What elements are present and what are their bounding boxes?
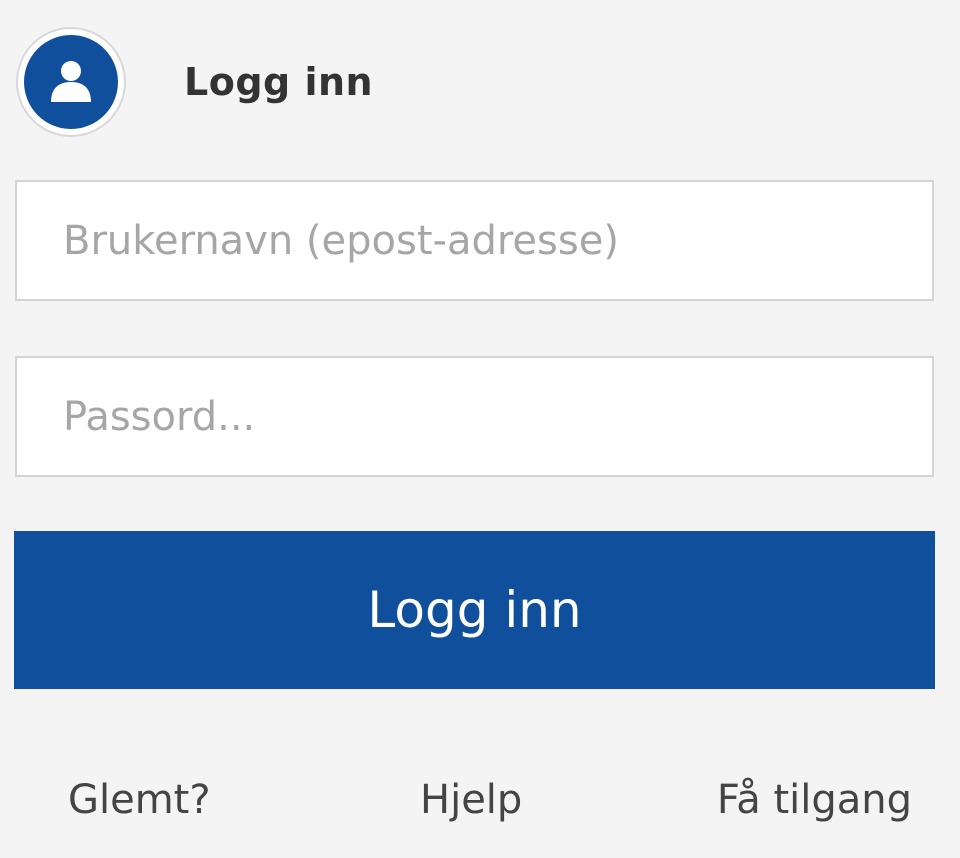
username-field[interactable] — [15, 180, 934, 301]
login-button[interactable]: Logg inn — [14, 531, 935, 689]
user-icon — [24, 35, 118, 129]
page-title: Logg inn — [184, 60, 374, 104]
login-header: Logg inn — [16, 27, 373, 137]
password-field[interactable] — [15, 356, 934, 477]
forgot-password-link[interactable]: Glemt? — [68, 760, 211, 840]
help-link[interactable]: Hjelp — [420, 760, 522, 840]
get-access-link[interactable]: Få tilgang — [717, 760, 912, 840]
help-links: Glemt? Hjelp Få tilgang — [0, 760, 960, 840]
avatar — [16, 27, 126, 137]
